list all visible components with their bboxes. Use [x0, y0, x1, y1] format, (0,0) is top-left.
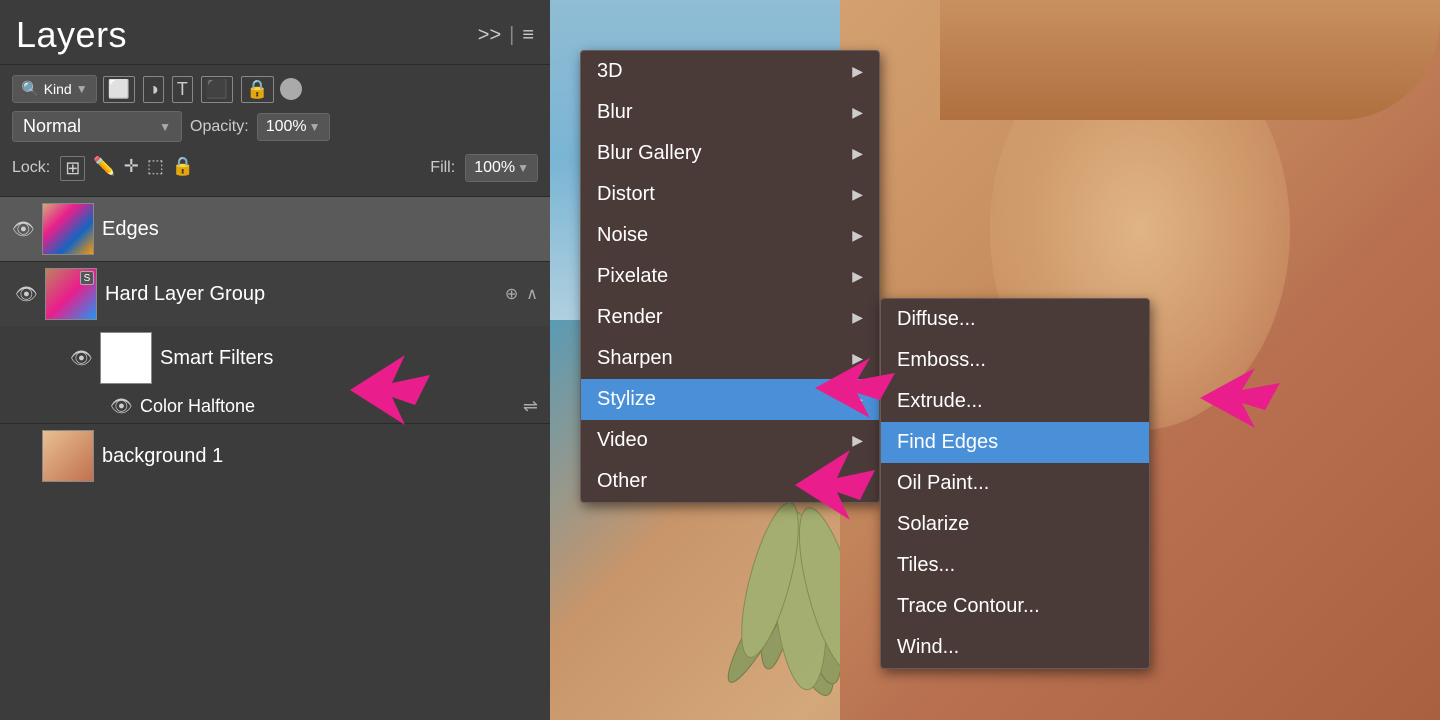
lock-transparent-icon[interactable]: ⊞ — [60, 156, 85, 181]
kind-chevron-icon: ▼ — [76, 82, 88, 96]
opacity-label: Opacity: — [190, 118, 249, 136]
submenu-item-oil-paint[interactable]: Oil Paint... — [881, 463, 1149, 504]
menu-item-render[interactable]: Render ▶ — [581, 297, 879, 338]
fill-value[interactable]: 100% ▼ — [465, 154, 538, 182]
layer-name-bg1: background 1 — [102, 445, 538, 468]
layer-name-color-halftone: Color Halftone — [140, 396, 515, 417]
visibility-eye-halftone[interactable]: 👁 — [110, 396, 132, 417]
link-icon: ⊕ — [505, 284, 518, 304]
arrow-render: ▶ — [852, 309, 863, 326]
opacity-chevron-icon: ▼ — [309, 120, 321, 134]
menu-item-sharpen[interactable]: Sharpen ▶ — [581, 338, 879, 379]
blend-mode-dropdown[interactable]: Normal ▼ — [12, 111, 182, 142]
thumbnail-bg1 — [42, 430, 94, 482]
submenu-item-extrude[interactable]: Extrude... — [881, 381, 1149, 422]
fill-label: Fill: — [430, 159, 455, 177]
lock-image-icon[interactable]: ✏️ — [93, 156, 115, 181]
image-filter-icon[interactable]: ⬜ — [103, 76, 135, 103]
visibility-eye-group[interactable]: 👁 — [15, 284, 37, 305]
arrow-sharpen: ▶ — [852, 350, 863, 367]
layer-item-background1[interactable]: 👁 background 1 — [0, 424, 550, 488]
menu-item-blur[interactable]: Blur ▶ — [581, 92, 879, 133]
lock-row: Lock: ⊞ ✏️ ✛ ⬚ 🔒 Fill: 100% ▼ — [12, 150, 538, 186]
thumbnail-smart-filters — [100, 332, 152, 384]
submenu-item-emboss[interactable]: Emboss... — [881, 340, 1149, 381]
group-expand-icon[interactable]: ∧ — [526, 284, 538, 304]
adjustment-filter-icon[interactable]: ◑ — [143, 76, 164, 103]
fill-chevron-icon: ▼ — [517, 161, 529, 175]
layers-panel: Layers >> | ≡ 🔍 Kind ▼ ⬜ ◑ T ⬛ — [0, 0, 550, 720]
arrow-pixelate: ▶ — [852, 268, 863, 285]
layer-item-edges[interactable]: 👁 Edges — [0, 197, 550, 261]
arrow-other: ▶ — [852, 473, 863, 490]
filter-dropdown-menu: 3D ▶ Blur ▶ Blur Gallery ▶ Distort ▶ Noi… — [580, 50, 880, 503]
layer-name-hard-group: Hard Layer Group — [105, 283, 497, 306]
arrow-distort: ▶ — [852, 186, 863, 203]
layers-controls: 🔍 Kind ▼ ⬜ ◑ T ⬛ 🔒 Normal ▼ — [0, 65, 550, 197]
kind-label: Kind — [44, 81, 72, 97]
submenu-item-tiles[interactable]: Tiles... — [881, 545, 1149, 586]
arrow-video: ▶ — [852, 432, 863, 449]
arrow-noise: ▶ — [852, 227, 863, 244]
submenu-item-solarize[interactable]: Solarize — [881, 504, 1149, 545]
kind-dropdown[interactable]: 🔍 Kind ▼ — [12, 75, 97, 103]
pixel-filter-icon[interactable]: 🔒 — [241, 76, 273, 103]
layers-list: 👁 Edges 👁 S Hard Layer Group ⊕ ∧ — [0, 197, 550, 720]
menu-item-video[interactable]: Video ▶ — [581, 420, 879, 461]
blend-chevron-icon: ▼ — [159, 120, 171, 134]
layers-header-icons: >> | ≡ — [478, 24, 534, 47]
visibility-eye-edges[interactable]: 👁 — [12, 219, 34, 240]
text-filter-icon[interactable]: T — [172, 76, 193, 103]
menu-item-3d[interactable]: 3D ▶ — [581, 51, 879, 92]
arrow-stylize: ▶ — [852, 391, 863, 408]
lock-position-icon[interactable]: ✛ — [124, 156, 139, 181]
menu-item-noise[interactable]: Noise ▶ — [581, 215, 879, 256]
layer-item-hard-group[interactable]: 👁 S Hard Layer Group ⊕ ∧ — [0, 262, 550, 326]
lock-artboard-icon[interactable]: ⬚ — [147, 156, 164, 181]
layer-name-smart-filters: Smart Filters — [160, 347, 538, 370]
menu-item-blur-gallery[interactable]: Blur Gallery ▶ — [581, 133, 879, 174]
opacity-value[interactable]: 100% ▼ — [257, 113, 330, 141]
submenu-item-trace-contour[interactable]: Trace Contour... — [881, 586, 1149, 627]
menu-item-stylize[interactable]: Stylize ▶ — [581, 379, 879, 420]
menu-item-other[interactable]: Other ▶ — [581, 461, 879, 502]
arrow-blur: ▶ — [852, 104, 863, 121]
layers-title: Layers — [16, 14, 127, 56]
menu-icon[interactable]: ≡ — [522, 24, 534, 47]
submenu-item-diffuse[interactable]: Diffuse... — [881, 299, 1149, 340]
thumbnail-edges — [42, 203, 94, 255]
shape-filter-icon[interactable]: ⬛ — [201, 76, 233, 103]
layer-item-smart-filters[interactable]: 👁 Smart Filters — [0, 326, 550, 390]
stylize-submenu: Diffuse... Emboss... Extrude... Find Edg… — [880, 298, 1150, 669]
submenu-item-find-edges[interactable]: Find Edges — [881, 422, 1149, 463]
menu-item-distort[interactable]: Distort ▶ — [581, 174, 879, 215]
kind-row: 🔍 Kind ▼ ⬜ ◑ T ⬛ 🔒 — [12, 75, 538, 103]
layer-name-edges: Edges — [102, 218, 538, 241]
filter-icons: ⬜ ◑ T ⬛ 🔒 — [103, 76, 274, 103]
blend-mode-value: Normal — [23, 116, 81, 137]
lock-label: Lock: — [12, 159, 50, 177]
submenu-item-wind[interactable]: Wind... — [881, 627, 1149, 668]
expand-icon[interactable]: >> — [478, 24, 501, 47]
halftone-settings-icon[interactable]: ⇌ — [523, 396, 538, 417]
layer-item-color-halftone[interactable]: 👁 Color Halftone ⇌ — [0, 390, 550, 423]
mode-circle-icon[interactable] — [280, 78, 302, 100]
right-side: 3D ▶ Blur ▶ Blur Gallery ▶ Distort ▶ Noi… — [550, 0, 1440, 720]
thumbnail-hard-group: S — [45, 268, 97, 320]
lock-icons: ⊞ ✏️ ✛ ⬚ 🔒 — [60, 156, 194, 181]
visibility-eye-smart-filters[interactable]: 👁 — [70, 348, 92, 369]
arrow-blur-gallery: ▶ — [852, 145, 863, 162]
layers-header: Layers >> | ≡ — [0, 0, 550, 65]
menu-item-pixelate[interactable]: Pixelate ▶ — [581, 256, 879, 297]
lock-all-icon[interactable]: 🔒 — [172, 156, 194, 181]
arrow-3d: ▶ — [852, 63, 863, 80]
opacity-row: Normal ▼ Opacity: 100% ▼ — [12, 111, 538, 142]
